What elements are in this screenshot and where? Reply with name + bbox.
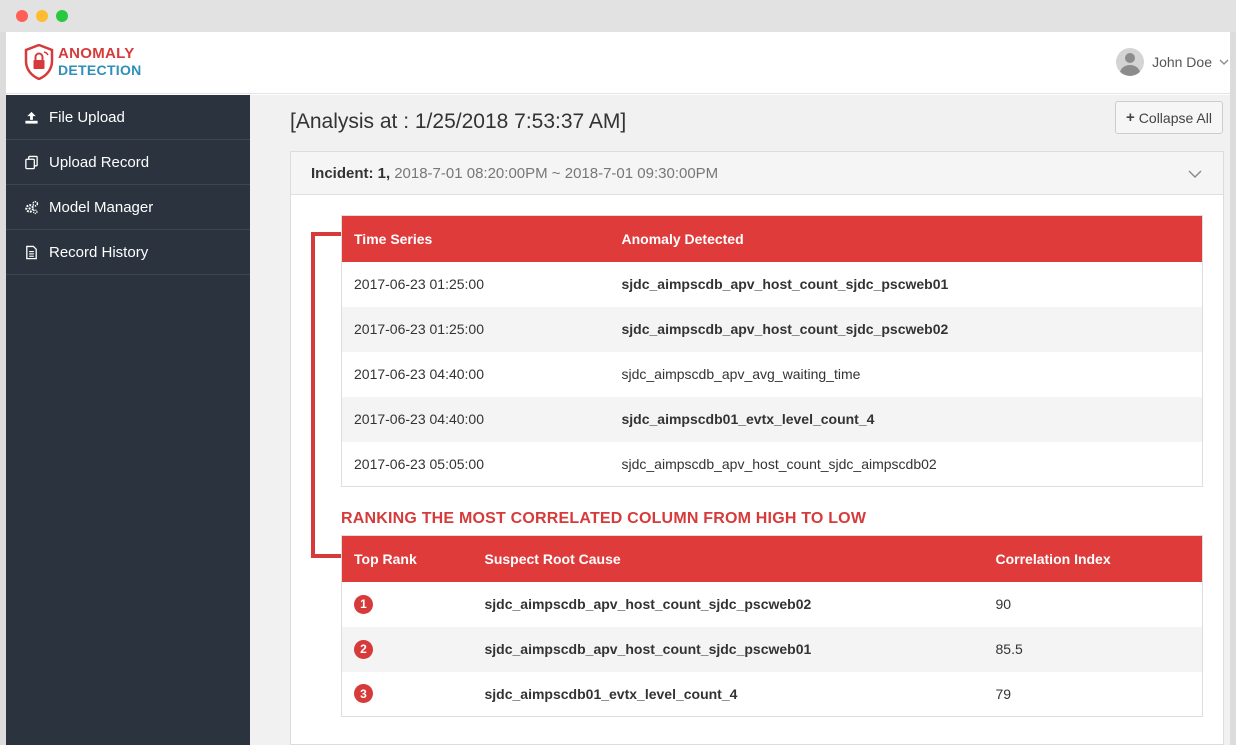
- app-window: ANOMALY DETECTION John Doe File Upload U…: [6, 32, 1230, 745]
- logo-text-bottom: DETECTION: [58, 62, 142, 78]
- upload-icon: [25, 111, 38, 124]
- close-window-button[interactable]: [16, 10, 28, 22]
- table-row: 2017-06-23 04:40:00 sjdc_aimpscdb01_evtx…: [341, 396, 1203, 442]
- rank-cell: 1: [342, 582, 473, 627]
- table-row: 2017-06-23 05:05:00 sjdc_aimpscdb_apv_ho…: [342, 442, 1203, 487]
- anomaly-cell: sjdc_aimpscdb_apv_host_count_sjdc_pscweb…: [621, 276, 949, 292]
- table-row: 2017-06-23 01:25:00 sjdc_aimpscdb_apv_ho…: [342, 262, 1203, 307]
- incident-label: Incident: 1,: [311, 164, 391, 182]
- document-icon: [26, 245, 37, 259]
- user-menu[interactable]: John Doe: [1116, 46, 1230, 78]
- anomaly-cell: sjdc_aimpscdb01_evtx_level_count_4: [609, 396, 1203, 442]
- logo-text-top: ANOMALY: [58, 45, 135, 62]
- anomaly-cell: sjdc_aimpscdb_apv_avg_waiting_time: [621, 366, 861, 382]
- incident-panel: Incident: 1, 2018-7-01 08:20:00PM ~ 2018…: [290, 151, 1224, 745]
- anomaly-table: Time Series Anomaly Detected 2017-06-23 …: [341, 215, 1203, 487]
- rank-cell: 3: [342, 672, 473, 717]
- sidebar-item-file-upload[interactable]: File Upload: [6, 95, 250, 140]
- cogs-icon: [25, 200, 39, 214]
- collapse-all-button[interactable]: + Collapse All: [1115, 101, 1223, 134]
- chevron-down-icon: [1188, 170, 1202, 178]
- maximize-window-button[interactable]: [56, 10, 68, 22]
- table-row: 2017-06-23 04:40:00 sjdc_aimpscdb_apv_av…: [342, 352, 1203, 397]
- column-header: Time Series: [341, 215, 610, 262]
- sidebar-item-label: Record History: [49, 243, 149, 261]
- anomaly-cell: sjdc_aimpscdb_apv_host_count_sjdc_aimpsc…: [621, 455, 937, 472]
- incident-header[interactable]: Incident: 1, 2018-7-01 08:20:00PM ~ 2018…: [291, 152, 1223, 195]
- sidebar-item-model-manager[interactable]: Model Manager: [6, 185, 250, 230]
- column-header: Anomaly Detected: [609, 215, 1203, 262]
- sidebar-item-upload-record[interactable]: Upload Record: [6, 140, 250, 185]
- window-titlebar: [0, 0, 1236, 32]
- chevron-down-icon: [1219, 59, 1229, 65]
- correlation-bracket: [311, 232, 341, 558]
- avatar: [1116, 48, 1145, 76]
- anomaly-cell: sjdc_aimpscdb_apv_host_count_sjdc_pscweb…: [609, 306, 1203, 352]
- logo[interactable]: ANOMALY DETECTION: [24, 44, 142, 80]
- rank-badge: 3: [354, 684, 373, 704]
- index-cell: 79: [995, 685, 1012, 702]
- table-row: 1 sjdc_aimpscdb_apv_host_count_sjdc_pscw…: [342, 582, 1203, 627]
- shield-lock-icon: [24, 44, 54, 80]
- table-row: 2017-06-23 01:25:00 sjdc_aimpscdb_apv_ho…: [341, 306, 1203, 352]
- table-row: 3 sjdc_aimpscdb01_evtx_level_count_4 79: [342, 672, 1203, 717]
- cause-cell: sjdc_aimpscdb01_evtx_level_count_4: [484, 685, 738, 702]
- page-title: [Analysis at : 1/25/2018 7:53:37 AM]: [290, 110, 627, 133]
- cause-cell: sjdc_aimpscdb_apv_host_count_sjdc_pscweb…: [472, 626, 984, 672]
- plus-icon: +: [1126, 109, 1135, 126]
- main-content: [Analysis at : 1/25/2018 7:53:37 AM] + C…: [250, 95, 1230, 745]
- user-name: John Doe: [1152, 54, 1212, 70]
- column-header: Suspect Root Cause: [472, 535, 984, 582]
- column-header: Top Rank: [341, 535, 473, 582]
- time-cell: 2017-06-23 04:40:00: [354, 366, 484, 382]
- sidebar-item-label: File Upload: [49, 108, 125, 126]
- ranking-title: RANKING THE MOST CORRELATED COLUMN FROM …: [341, 510, 867, 527]
- table-row: 2 sjdc_aimpscdb_apv_host_count_sjdc_pscw…: [341, 626, 1203, 672]
- sidebar-item-label: Model Manager: [49, 198, 154, 216]
- cause-cell: sjdc_aimpscdb_apv_host_count_sjdc_pscweb…: [484, 596, 812, 612]
- rank-badge: 2: [354, 639, 373, 659]
- sidebar: File Upload Upload Record Model Manager: [6, 95, 250, 745]
- column-header: Correlation Index: [983, 535, 1203, 582]
- minimize-window-button[interactable]: [36, 10, 48, 22]
- time-cell: 2017-06-23 01:25:00: [354, 276, 484, 292]
- rank-cell: 2: [341, 626, 473, 672]
- index-cell: 85.5: [983, 626, 1203, 672]
- sidebar-item-record-history[interactable]: Record History: [6, 230, 250, 275]
- rank-badge: 1: [354, 594, 373, 614]
- collapse-all-label: Collapse All: [1138, 109, 1212, 126]
- time-cell: 2017-06-23 05:05:00: [354, 455, 484, 472]
- copy-icon: [25, 155, 38, 169]
- top-header: ANOMALY DETECTION John Doe: [6, 32, 1230, 94]
- time-cell: 2017-06-23 04:40:00: [341, 396, 610, 442]
- time-cell: 2017-06-23 01:25:00: [341, 306, 610, 352]
- sidebar-item-label: Upload Record: [49, 153, 150, 171]
- index-cell: 90: [995, 596, 1012, 612]
- ranking-table: Top Rank Suspect Root Cause Correlation …: [341, 535, 1203, 717]
- incident-time-range: 2018-7-01 08:20:00PM ~ 2018-7-01 09:30:0…: [394, 164, 719, 182]
